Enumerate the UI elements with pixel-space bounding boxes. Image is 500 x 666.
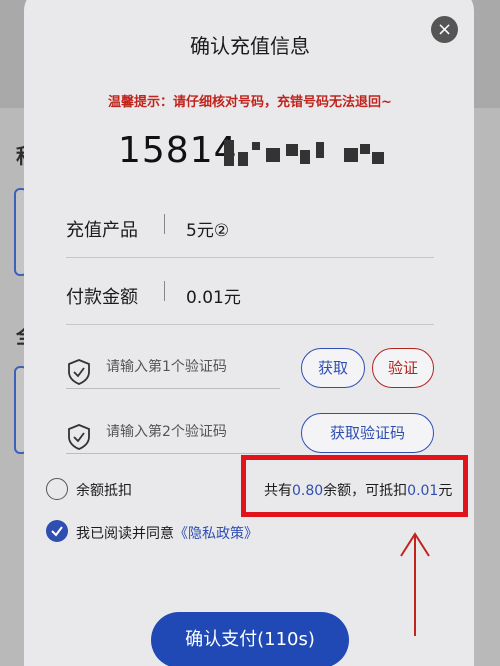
warning-text: 温馨提示：请仔细核对号码，充错号码无法退回~ [108, 95, 392, 110]
privacy-policy-link[interactable]: 《隐私政策》 [174, 526, 258, 542]
divider [164, 214, 165, 234]
shield-icon [68, 359, 90, 385]
product-value: 5元② [186, 221, 230, 241]
phone-number: 15814 [118, 130, 238, 171]
payment-row: 付款金额 0.01元 [66, 265, 434, 325]
get-code1-button[interactable]: 获取 [301, 348, 365, 388]
confirm-pay-button[interactable]: 确认支付(110s) [151, 612, 349, 666]
agreement-text: 我已阅读并同意《隐私政策》 [76, 523, 258, 543]
annotation-box [241, 455, 468, 517]
get-code2-button[interactable]: 获取验证码 [301, 413, 434, 453]
balance-deduct-radio[interactable] [46, 478, 68, 500]
modal-title: 确认充值信息 [190, 34, 310, 58]
verify-code1-button[interactable]: 验证 [372, 348, 434, 388]
code2-input[interactable] [106, 424, 276, 440]
balance-deduct-label: 余额抵扣 [76, 483, 132, 499]
phone-number-prefix: 15814 [118, 130, 238, 171]
code2-field [66, 420, 280, 454]
code1-input[interactable] [106, 359, 276, 375]
product-label: 充值产品 [66, 220, 138, 241]
divider [164, 281, 165, 301]
agreement-checkbox[interactable] [46, 520, 68, 542]
code1-field [66, 355, 280, 389]
checkmark-icon [51, 526, 63, 537]
shield-icon [68, 424, 90, 450]
agreement-label: 我已阅读并同意 [76, 526, 174, 542]
product-row: 充值产品 5元② [66, 198, 434, 258]
payment-value: 0.01元 [186, 288, 241, 308]
annotation-arrow-icon [400, 532, 430, 636]
payment-label: 付款金额 [66, 287, 138, 308]
